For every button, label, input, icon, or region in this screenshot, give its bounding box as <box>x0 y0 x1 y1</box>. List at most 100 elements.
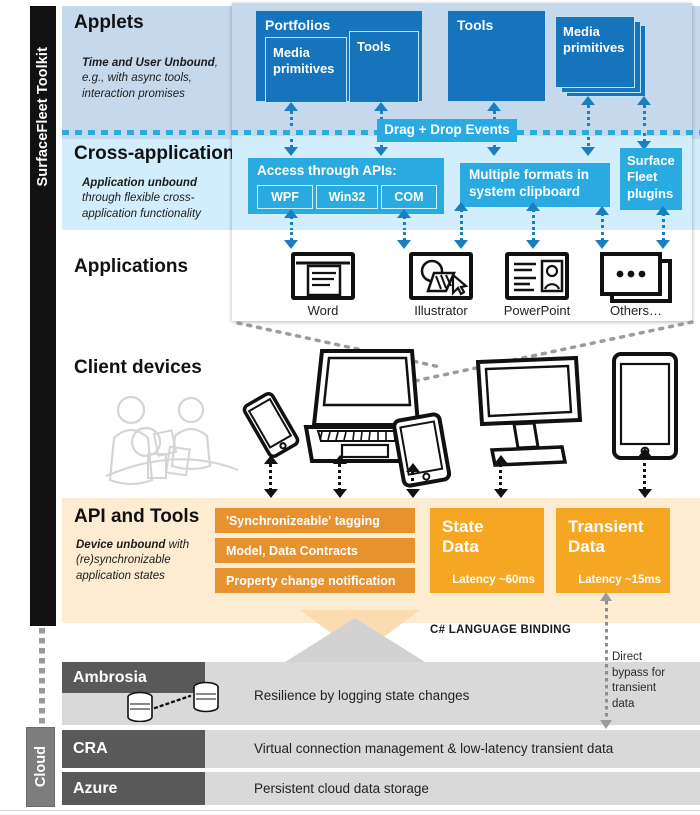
cloud-tag-azure: Azure <box>62 772 205 805</box>
device-arrow-down-phone <box>264 489 278 498</box>
phone-tilted-icon <box>242 391 300 459</box>
surface-fleet-plugins-label: Surface Fleet plugins <box>627 153 675 201</box>
state-data-title: State Data <box>442 517 484 556</box>
arrow-shaft-up-illustrator <box>403 216 406 230</box>
document-window-icon <box>291 252 355 300</box>
device-arrow-up-tablet-large <box>638 448 652 457</box>
arrow-shaft-portfolios-media <box>290 111 293 129</box>
row-subtitle-cross-application: Application unbound through flexible cro… <box>82 177 201 220</box>
arrow-shaft-up-others-2 <box>662 213 665 230</box>
device-arrow-down-monitor <box>494 489 508 498</box>
gray-funnel <box>285 618 425 662</box>
cloud-text-ambrosia: Resilience by logging state changes <box>254 688 470 703</box>
device-arrow-up-phone <box>264 455 278 464</box>
arrow-shaft-up-others <box>601 213 604 230</box>
arrow-shaft-media-stack-2 <box>643 105 646 129</box>
arrow-shaft-media-stack <box>587 105 590 129</box>
portfolios-media-primitives-box[interactable]: Media primitives <box>265 37 347 103</box>
chip-com[interactable]: COM <box>381 185 437 209</box>
arrow-down-illustrator-2 <box>454 240 468 249</box>
toolkit-spine-label: SurfaceFleet Toolkit <box>30 6 56 228</box>
device-arrow-shaft-tablet-large <box>643 457 646 490</box>
arrow-up-powerpoint <box>526 202 540 211</box>
system-clipboard-box[interactable]: Multiple formats in system clipboard <box>460 163 610 207</box>
row-title-cross-application: Cross-application <box>74 143 235 164</box>
ellipsis-window-icon <box>600 252 672 303</box>
device-arrow-down-tablet-large <box>638 489 652 498</box>
app-label-others: Others… <box>609 303 662 318</box>
arrow-up-illustrator-2 <box>454 202 468 211</box>
arrow-down-clipboard-2 <box>581 147 595 156</box>
database-log-icon <box>127 681 219 722</box>
arrow-down-others-2 <box>656 240 670 249</box>
csharp-language-binding-label: C# LANGUAGE BINDING <box>430 624 572 636</box>
arrow-shaft-up-illustrator-2 <box>460 209 463 230</box>
device-arrow-shaft-monitor <box>499 464 502 490</box>
device-arrow-shaft-laptop <box>338 464 341 490</box>
access-through-apis-box[interactable]: Access through APIs: WPF Win32 COM <box>248 158 444 214</box>
row-title-applications: Applications <box>74 256 189 277</box>
spine-dotted-connector <box>39 628 45 738</box>
api-box-model-data-contracts[interactable]: Model, Data Contracts <box>215 538 415 563</box>
device-arrow-up-monitor <box>494 455 508 464</box>
arrow-down-others <box>595 240 609 249</box>
arrow-up-others <box>595 206 609 215</box>
arrow-down-apis-2 <box>374 147 388 156</box>
slide-window-icon <box>505 252 569 300</box>
tools-label: Tools <box>457 17 494 33</box>
arrow-down-powerpoint <box>526 240 540 249</box>
arrow-up-word <box>284 209 298 218</box>
row-title-api-and-tools: API and Tools <box>74 506 200 527</box>
arrow-up-illustrator <box>397 209 411 218</box>
app-label-powerpoint: PowerPoint <box>503 303 571 318</box>
transient-data-latency: Latency ~15ms <box>578 574 661 586</box>
cloud-row-cra[interactable]: CRA Virtual connection management & low-… <box>62 730 700 768</box>
monitor-icon <box>475 355 583 467</box>
state-data-box[interactable]: State Data Latency ~60ms <box>430 508 544 593</box>
applets-callout-panel: Portfolios Media primitives Tools Tools … <box>232 3 692 321</box>
device-arrow-up-tablet <box>406 463 420 472</box>
api-box-property-change-notification[interactable]: Property change notification <box>215 568 415 593</box>
transient-data-box[interactable]: Transient Data Latency ~15ms <box>556 508 670 593</box>
chip-win32[interactable]: Win32 <box>316 185 378 209</box>
arrow-up-portfolios-media <box>284 102 298 111</box>
drag-drop-events-label: Drag + Drop Events <box>384 122 510 137</box>
bypass-arrow-shaft <box>605 601 608 724</box>
state-data-latency: Latency ~60ms <box>452 574 535 586</box>
arrow-up-tools <box>487 102 501 111</box>
cloud-tag-cra: CRA <box>62 730 205 768</box>
device-arrow-up-laptop <box>333 455 347 464</box>
api-box-synchronizeable-tagging[interactable]: 'Synchronizeable' tagging <box>215 508 415 533</box>
bypass-note: Direct bypass for transient data <box>612 651 666 710</box>
portfolios-tools-label: Tools <box>357 39 391 54</box>
system-clipboard-label: Multiple formats in system clipboard <box>469 167 590 199</box>
row-subtitle-applets: Time and User Unbound, e.g., with async … <box>82 57 218 100</box>
tablet-icon <box>392 412 452 488</box>
drag-drop-events-banner[interactable]: Drag + Drop Events <box>377 119 517 142</box>
arrow-shaft-up-powerpoint <box>532 209 535 230</box>
surface-fleet-plugins-box[interactable]: Surface Fleet plugins <box>620 148 682 210</box>
arrow-up-media-stack <box>581 96 595 105</box>
arrow-down-apis-1 <box>284 147 298 156</box>
cloud-spine-label: Cloud <box>26 727 55 807</box>
arrow-up-media-stack-2 <box>637 96 651 105</box>
row-title-applets: Applets <box>74 12 144 33</box>
chip-wpf[interactable]: WPF <box>257 185 313 209</box>
media-primitives-stack-front[interactable]: Media primitives <box>555 16 635 88</box>
bypass-arrow-up <box>600 592 612 601</box>
diagram-canvas: SurfaceFleet Toolkit Cloud Applets Time … <box>0 0 700 815</box>
people-collaboration-sketch-icon <box>105 395 239 486</box>
device-arrow-shaft-phone <box>269 464 272 490</box>
transient-data-title: Transient Data <box>568 517 644 556</box>
cloud-text-cra: Virtual connection management & low-late… <box>254 741 614 756</box>
arrow-down-word <box>284 240 298 249</box>
tools-box[interactable]: Tools <box>448 11 545 101</box>
row-subtitle-api-and-tools: Device unbound with (re)synchronizable a… <box>76 539 190 582</box>
device-arrow-down-tablet <box>406 489 420 498</box>
bypass-arrow-down <box>600 720 612 729</box>
cloud-row-azure[interactable]: Azure Persistent cloud data storage <box>62 772 700 805</box>
device-arrow-shaft-tablet <box>411 472 414 490</box>
arrow-up-others-2 <box>656 206 670 215</box>
portfolios-tools-box[interactable]: Tools <box>349 31 419 103</box>
arrow-shaft-up-word <box>290 216 293 230</box>
